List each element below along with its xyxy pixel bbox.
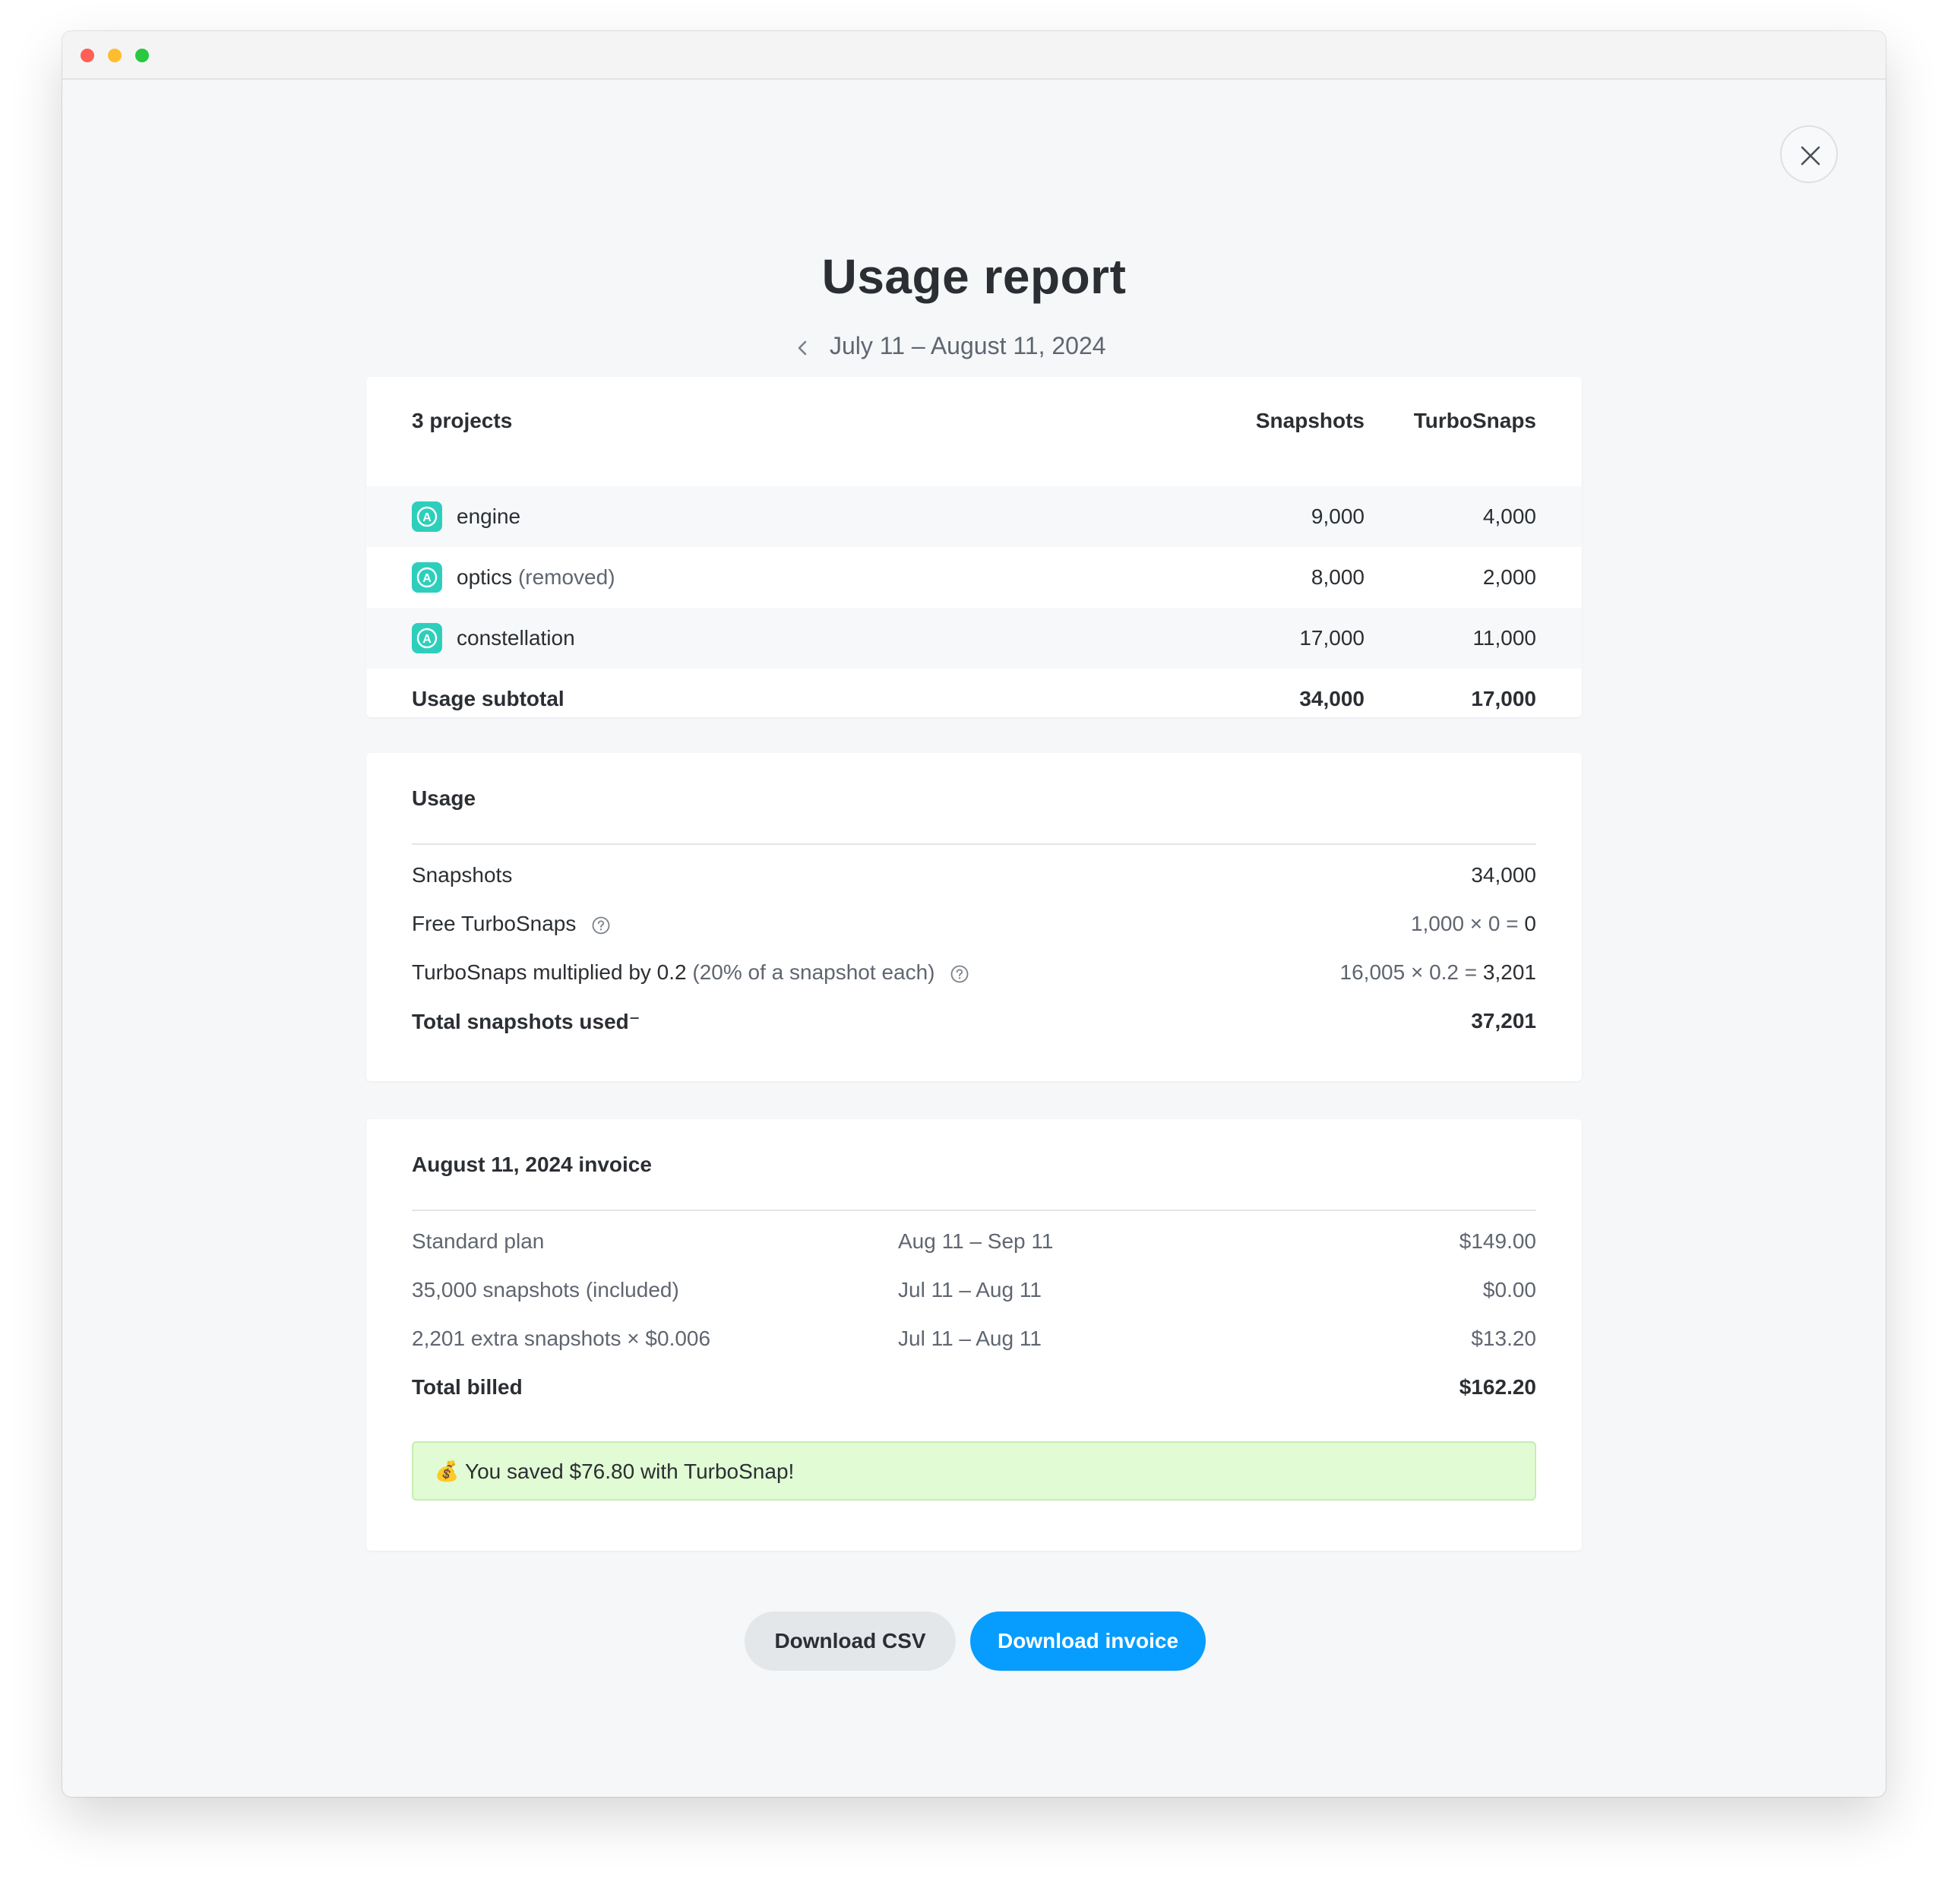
total-snapshots-value: 37,201 — [1471, 1009, 1536, 1033]
turbosnaps-multiplied-result: 3,201 — [1482, 960, 1536, 984]
turbosnaps-multiplied-note: (20% of a snapshot each) — [692, 960, 935, 984]
usage-heading: Usage — [412, 786, 476, 810]
total-snapshots-label: Total snapshots used — [412, 1010, 629, 1033]
free-turbosnaps-calc: 1,000 × 0 = — [1410, 912, 1519, 935]
project-row-constellation[interactable]: A constellation 17,000 11,000 — [366, 608, 1582, 669]
total-billed-label: Total billed — [412, 1375, 523, 1399]
subtotal-label: Usage subtotal — [412, 687, 564, 710]
project-removed-note: (removed) — [517, 565, 615, 589]
free-turbosnaps-label: Free TurboSnaps — [412, 912, 577, 935]
previous-period-button[interactable] — [789, 333, 816, 363]
download-csv-button[interactable]: Download CSV — [745, 1611, 956, 1671]
subtotal-turbosnaps: 17,000 — [1471, 687, 1536, 710]
invoice-total-row: Total billed $162.20 — [366, 1375, 1582, 1424]
project-row-engine[interactable]: A engine 9,000 4,000 — [366, 486, 1582, 547]
usage-free-turbosnaps-row: Free TurboSnaps 1,000 × 0 = 0 — [366, 912, 1582, 960]
money-bag-icon: 💰 — [435, 1460, 460, 1482]
usage-snapshots-label: Snapshots — [412, 863, 513, 887]
usage-snapshots-value: 34,000 — [1471, 863, 1536, 887]
project-name: engine — [457, 504, 521, 528]
projects-header-row: 3 projects Snapshots TurboSnaps — [366, 377, 1582, 456]
total-snapshots-mark: ⁻ — [628, 1010, 640, 1033]
usage-divider — [412, 843, 1536, 845]
maximize-window-light[interactable] — [135, 49, 149, 62]
project-row-optics[interactable]: A optics (removed) 8,000 2,000 — [366, 547, 1582, 608]
savings-banner: 💰 You saved $76.80 with TurboSnap! — [412, 1441, 1536, 1501]
usage-total-row: Total snapshots used⁻ 37,201 — [366, 1009, 1582, 1058]
project-turbosnaps: 4,000 — [1482, 504, 1536, 528]
subtotal-snapshots: 34,000 — [1299, 687, 1365, 710]
billing-period: July 11 – August 11, 2024 — [830, 332, 1106, 359]
project-snapshots: 9,000 — [1311, 504, 1365, 528]
savings-text: You saved $76.80 with TurboSnap! — [465, 1460, 795, 1483]
close-button[interactable] — [1780, 125, 1838, 183]
projects-card: 3 projects Snapshots TurboSnaps A engine… — [366, 377, 1582, 717]
invoice-card: August 11, 2024 invoice Standard plan Au… — [366, 1119, 1582, 1551]
page-title: Usage report — [821, 249, 1127, 304]
invoice-line-amount: $13.20 — [1471, 1327, 1536, 1350]
chevron-left-icon — [798, 340, 807, 356]
svg-text:A: A — [422, 633, 432, 646]
turbosnaps-multiplied-calc: 16,005 × 0.2 = — [1339, 960, 1478, 984]
browser-window: Usage report July 11 – August 11, 2024 3… — [62, 31, 1886, 1797]
svg-text:A: A — [422, 511, 432, 524]
help-circle-icon[interactable] — [950, 964, 969, 984]
download-invoice-button[interactable]: Download invoice — [970, 1611, 1206, 1671]
invoice-line-item: 2,201 extra snapshots × $0.006 — [412, 1327, 711, 1350]
invoice-line: 2,201 extra snapshots × $0.006 Jul 11 – … — [366, 1327, 1582, 1375]
invoice-line-amount: $0.00 — [1482, 1278, 1536, 1301]
invoice-line-period: Jul 11 – Aug 11 — [898, 1327, 1042, 1350]
column-turbosnaps: TurboSnaps — [1413, 409, 1536, 432]
free-turbosnaps-result: 0 — [1524, 912, 1536, 935]
project-name: optics — [457, 565, 513, 589]
project-snapshots: 17,000 — [1299, 626, 1365, 650]
invoice-line: 35,000 snapshots (included) Jul 11 – Aug… — [366, 1278, 1582, 1327]
invoice-line-item: Standard plan — [412, 1229, 545, 1253]
close-window-light[interactable] — [81, 49, 94, 62]
project-name: constellation — [457, 626, 575, 650]
chromatic-app-icon: A — [412, 562, 442, 593]
turbosnaps-multiplied-label: TurboSnaps multiplied by 0.2 — [412, 960, 687, 984]
invoice-line: Standard plan Aug 11 – Sep 11 $149.00 — [366, 1229, 1582, 1278]
total-billed-amount: $162.20 — [1459, 1375, 1536, 1399]
project-snapshots: 8,000 — [1311, 565, 1365, 589]
invoice-line-period: Jul 11 – Aug 11 — [898, 1278, 1042, 1301]
minimize-window-light[interactable] — [108, 49, 122, 62]
usage-turbosnaps-multiplied-row: TurboSnaps multiplied by 0.2 (20% of a s… — [366, 960, 1582, 1009]
projects-count: 3 projects — [412, 409, 513, 432]
svg-text:A: A — [422, 572, 432, 585]
chromatic-app-icon: A — [412, 623, 442, 653]
invoice-divider — [412, 1210, 1536, 1211]
invoice-line-period: Aug 11 – Sep 11 — [898, 1229, 1054, 1253]
invoice-heading: August 11, 2024 invoice — [412, 1153, 652, 1176]
project-turbosnaps: 2,000 — [1482, 565, 1536, 589]
column-snapshots: Snapshots — [1255, 409, 1365, 432]
usage-snapshots-row: Snapshots 34,000 — [366, 863, 1582, 912]
help-circle-icon[interactable] — [591, 916, 611, 935]
usage-card: Usage Snapshots 34,000 Free TurboSnaps 1… — [366, 753, 1582, 1081]
chromatic-app-icon: A — [412, 501, 442, 532]
invoice-line-amount: $149.00 — [1459, 1229, 1536, 1253]
invoice-line-item: 35,000 snapshots (included) — [412, 1278, 679, 1301]
close-icon — [1801, 146, 1820, 166]
usage-subtotal-row: Usage subtotal 34,000 17,000 — [366, 669, 1582, 717]
window-titlebar — [62, 31, 1886, 80]
project-turbosnaps: 11,000 — [1472, 626, 1536, 650]
